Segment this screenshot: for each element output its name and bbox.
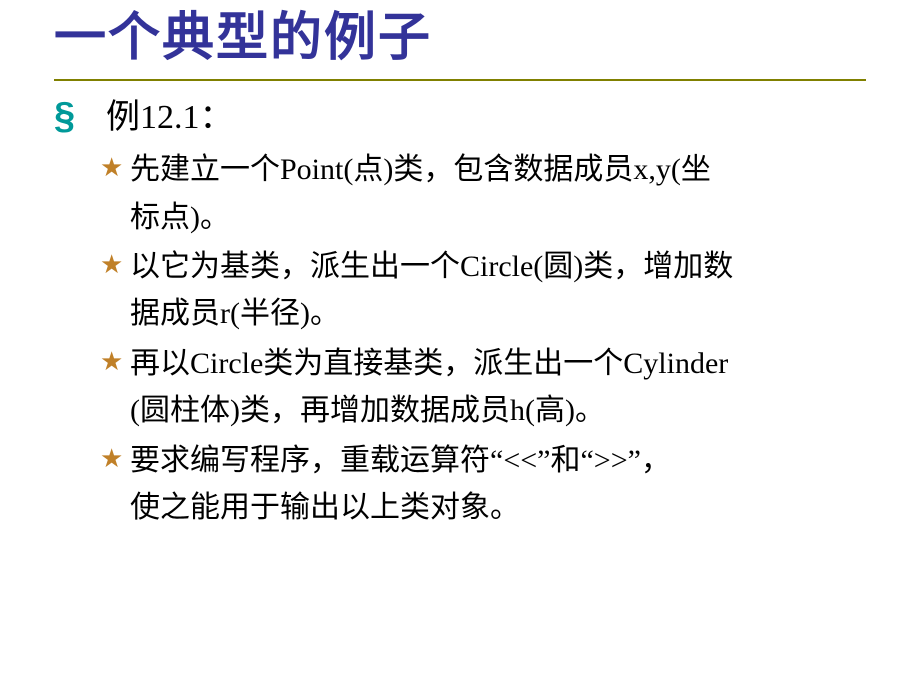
list-item-text: 再以Circle类为直接基类，派生出一个Cylinder (圆柱体)类，再增加数… <box>130 340 866 435</box>
list-item-text: 先建立一个Point(点)类，包含数据成员x,y(坐 标点)。 <box>130 146 866 241</box>
bullet-list: ★ 先建立一个Point(点)类，包含数据成员x,y(坐 标点)。 ★ 以它为基… <box>100 146 866 531</box>
list-item-text: 要求编写程序，重载运算符“<<”和“>>”， 使之能用于输出以上类对象。 <box>130 437 866 532</box>
title-wrap: 一个典型的例子 <box>0 0 920 73</box>
slide-title: 一个典型的例子 <box>54 6 920 73</box>
text-line: (圆柱体)类，再增加数据成员h(高)。 <box>130 387 866 434</box>
text-line: 要求编写程序，重载运算符“<<”和“>>”， <box>130 437 866 484</box>
star-icon: ★ <box>100 437 130 481</box>
list-item: ★ 再以Circle类为直接基类，派生出一个Cylinder (圆柱体)类，再增… <box>100 340 866 435</box>
star-icon: ★ <box>100 340 130 384</box>
slide: 一个典型的例子 § 例12.1： ★ 先建立一个Point(点)类，包含数据成员… <box>0 0 920 690</box>
list-item-text: 以它为基类，派生出一个Circle(圆)类，增加数 据成员r(半径)。 <box>130 243 866 338</box>
text-line: 先建立一个Point(点)类，包含数据成员x,y(坐 <box>130 146 866 193</box>
example-heading: § 例12.1： <box>54 91 866 145</box>
list-item: ★ 先建立一个Point(点)类，包含数据成员x,y(坐 标点)。 <box>100 146 866 241</box>
text-line: 使之能用于输出以上类对象。 <box>130 484 866 531</box>
slide-body: § 例12.1： ★ 先建立一个Point(点)类，包含数据成员x,y(坐 标点… <box>0 81 920 532</box>
text-line: 再以Circle类为直接基类，派生出一个Cylinder <box>130 340 866 387</box>
star-icon: ★ <box>100 243 130 287</box>
text-line: 据成员r(半径)。 <box>130 290 866 337</box>
text-line: 标点)。 <box>130 194 866 241</box>
list-item: ★ 要求编写程序，重载运算符“<<”和“>>”， 使之能用于输出以上类对象。 <box>100 437 866 532</box>
example-label: 例12.1： <box>106 91 234 145</box>
section-marker-icon: § <box>54 97 100 135</box>
text-line: 以它为基类，派生出一个Circle(圆)类，增加数 <box>130 243 866 290</box>
list-item: ★ 以它为基类，派生出一个Circle(圆)类，增加数 据成员r(半径)。 <box>100 243 866 338</box>
star-icon: ★ <box>100 146 130 190</box>
